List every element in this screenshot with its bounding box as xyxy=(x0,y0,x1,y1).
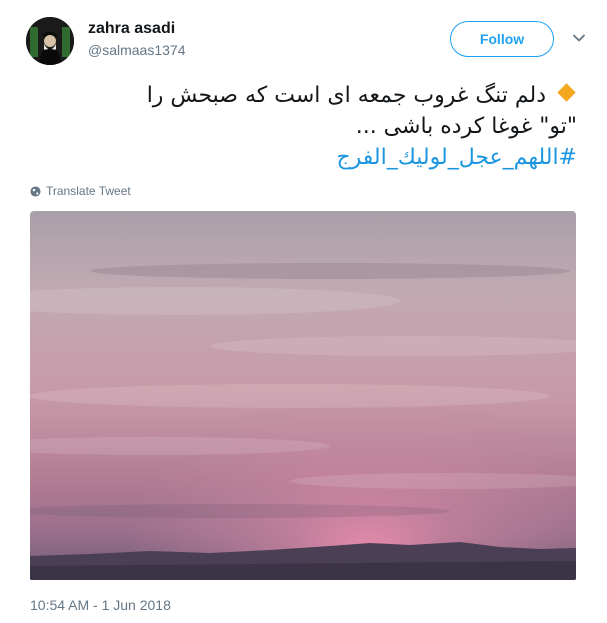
tweet-timestamp[interactable]: 10:54 AM - 1 Jun 2018 xyxy=(30,597,171,613)
tweet-text-line-1: دلم تنگ غروب جمعه ای است که صبحش را xyxy=(37,80,577,111)
chevron-down-icon[interactable] xyxy=(572,31,586,45)
translate-tweet-link[interactable]: Translate Tweet xyxy=(30,184,131,198)
tweet-photo[interactable] xyxy=(30,211,576,580)
user-handle[interactable]: @salmaas1374 xyxy=(88,41,186,59)
tweet-text-line-1-content: دلم تنگ غروب جمعه ای است که صبحش را xyxy=(146,83,546,108)
orange-diamond-icon xyxy=(557,83,576,102)
tweet-text-line-2: "تو" غوغا کرده باشی ... xyxy=(355,114,577,139)
display-name[interactable]: zahra asadi xyxy=(88,19,186,39)
hashtag-link[interactable]: #اللهم_عجل_لوليك_الفرج xyxy=(37,142,577,173)
follow-button[interactable]: Follow xyxy=(450,21,554,57)
globe-icon xyxy=(30,185,41,197)
translate-label: Translate Tweet xyxy=(46,184,131,198)
tweet-text: دلم تنگ غروب جمعه ای است که صبحش را "تو"… xyxy=(37,80,577,173)
avatar[interactable] xyxy=(26,17,74,65)
